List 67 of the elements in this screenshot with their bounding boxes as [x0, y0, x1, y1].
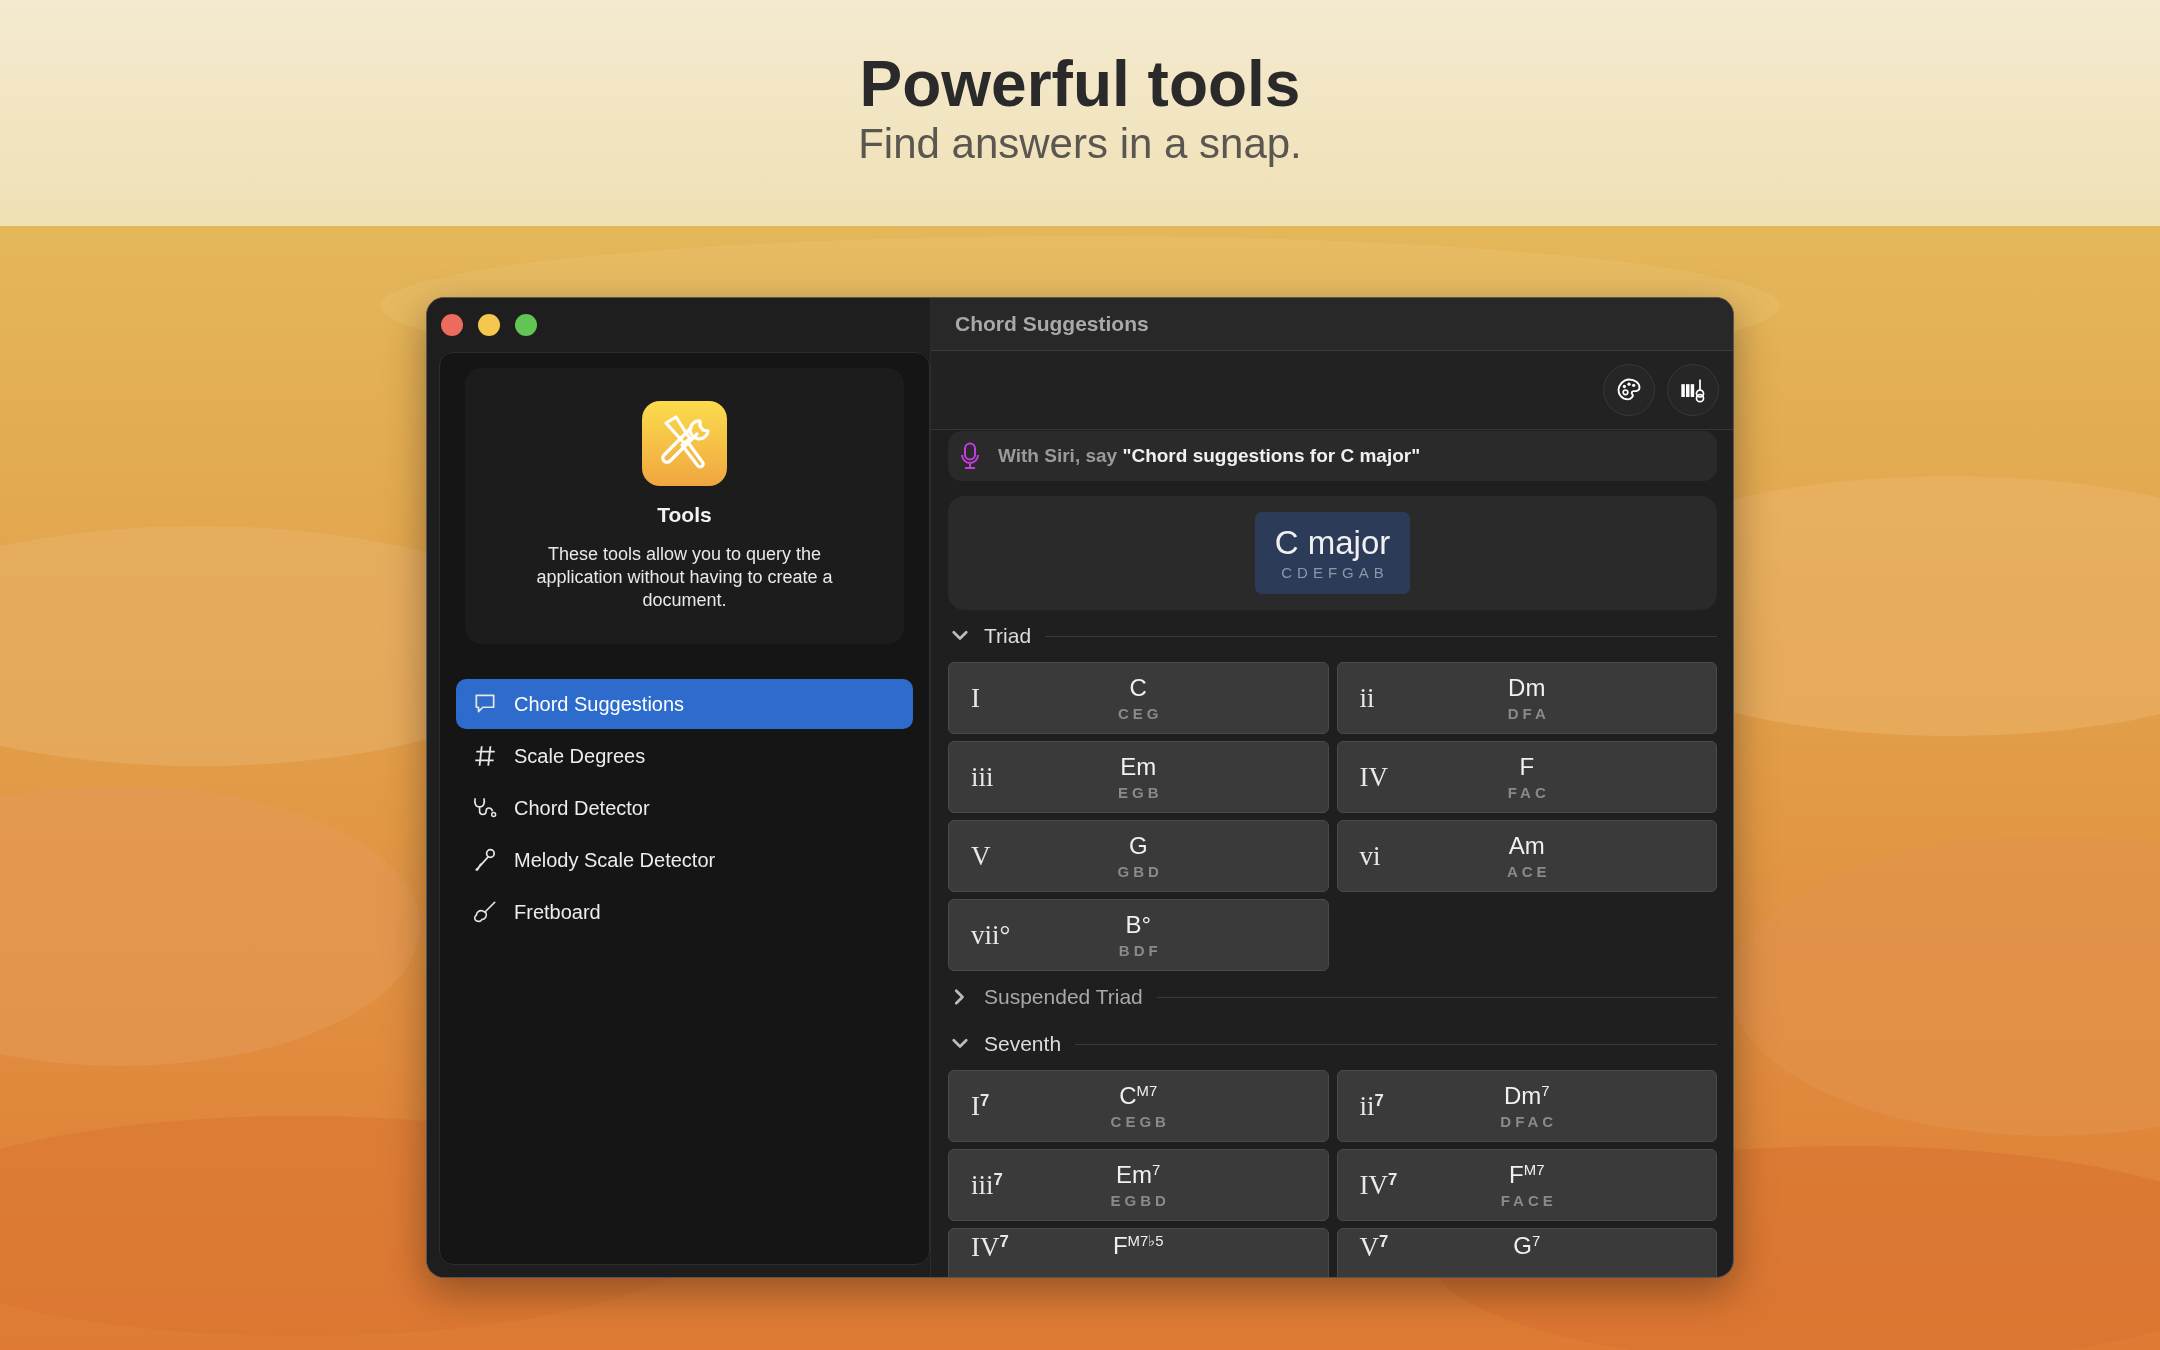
chord-name: F: [1519, 753, 1535, 782]
chord-name: F$^{M7}$: [1509, 1161, 1545, 1190]
window-title: Chord Suggestions: [955, 312, 1149, 336]
chord-notes: FAC: [1507, 783, 1550, 801]
chord-card[interactable]: ii$^{7}$ Dm$^{7}$ DFAC: [1336, 1070, 1717, 1142]
sidebar-item[interactable]: Scale Degrees: [456, 731, 913, 781]
section-title[interactable]: Triad: [984, 624, 1032, 648]
sidebar-item[interactable]: Melody Scale Detector: [456, 835, 913, 885]
chord-card[interactable]: I$^{7}$ C$^{M7}$ CEGB: [948, 1070, 1329, 1142]
roman-numeral: V: [971, 840, 991, 872]
chord-name: F$^{M7♭5}$: [1112, 1232, 1164, 1261]
chord-card[interactable]: iii$^{7}$ Em$^{7}$ EGBD: [948, 1149, 1329, 1221]
chord-card[interactable]: IV$^{7}$ F$^{M7♭5}$: [948, 1228, 1329, 1277]
roman-numeral: IV$^{7}$: [1359, 1169, 1398, 1201]
chord-notes: BDF: [1118, 941, 1162, 959]
chord-notes: ACE: [1506, 862, 1551, 880]
chord-card[interactable]: iii Em EGB: [948, 741, 1329, 813]
chord-name: Dm: [1508, 674, 1546, 703]
sidebar-item[interactable]: Chord Suggestions: [456, 679, 913, 729]
section-title[interactable]: Seventh: [984, 1032, 1062, 1056]
roman-numeral: I$^{7}$: [971, 1090, 990, 1122]
chord-card[interactable]: ii Dm DFA: [1336, 662, 1717, 734]
chord-card[interactable]: vi Am ACE: [1336, 820, 1717, 892]
roman-numeral: vi: [1359, 840, 1381, 872]
siri-hint: With Siri, say "Chord suggestions for C major": [998, 445, 1421, 467]
sidebar-item[interactable]: Fretboard: [456, 887, 913, 937]
roman-numeral: V$^{7}$: [1359, 1232, 1389, 1263]
chord-notes: GBD: [1117, 862, 1163, 880]
chord-name: Em: [1120, 753, 1157, 782]
chord-name: G$^{7}$: [1513, 1232, 1541, 1261]
section-title[interactable]: Suspended Triad: [984, 985, 1143, 1009]
chord-card[interactable]: V G GBD: [948, 820, 1329, 892]
chord-notes: CEG: [1118, 704, 1163, 722]
chord-card[interactable]: IV F FAC: [1336, 741, 1717, 813]
roman-numeral: vii°: [971, 919, 1011, 951]
chord-name: Am: [1508, 832, 1545, 861]
chord-name: G: [1128, 832, 1148, 861]
roman-numeral: ii$^{7}$: [1359, 1090, 1384, 1122]
subheadline: Find answers in a snap.: [858, 119, 1302, 169]
chord-notes: CEGB: [1110, 1112, 1170, 1130]
chord-name: Dm$^{7}$: [1503, 1082, 1550, 1111]
chord-name: Em$^{7}$: [1116, 1161, 1161, 1190]
card-description: These tools allow you to query the application without having to create a document.: [535, 543, 834, 612]
chord-notes: DFAC: [1500, 1112, 1558, 1130]
roman-numeral: IV: [1359, 761, 1388, 793]
roman-numeral: IV$^{7}$: [971, 1232, 1009, 1263]
chord-name: C$^{M7}$: [1119, 1082, 1158, 1111]
sidebar-item[interactable]: Chord Detector: [456, 783, 913, 833]
chord-name: C: [1129, 674, 1147, 703]
chord-notes: EGBD: [1110, 1191, 1170, 1209]
chord-notes: EGB: [1118, 783, 1163, 801]
chord-card[interactable]: vii° B° BDF: [948, 899, 1329, 971]
roman-numeral: iii$^{7}$: [971, 1169, 1003, 1201]
chord-name: B°: [1125, 911, 1152, 940]
chord-notes: DFA: [1507, 704, 1550, 722]
chord-card[interactable]: IV$^{7}$ F$^{M7}$ FACE: [1336, 1149, 1717, 1221]
headline: Powerful tools: [859, 48, 1301, 119]
key-chip[interactable]: C major CDEFGAB: [1255, 512, 1410, 594]
roman-numeral: iii: [971, 761, 994, 793]
chord-card[interactable]: I C CEG: [948, 662, 1329, 734]
roman-numeral: ii: [1359, 682, 1375, 714]
key-name: C major: [1274, 524, 1391, 562]
card-title: Tools: [657, 503, 712, 527]
key-notes: CDEFGAB: [1281, 564, 1389, 582]
chord-notes: FACE: [1500, 1191, 1557, 1209]
chord-card[interactable]: V$^{7}$ G$^{7}$: [1336, 1228, 1717, 1277]
roman-numeral: I: [971, 682, 980, 714]
